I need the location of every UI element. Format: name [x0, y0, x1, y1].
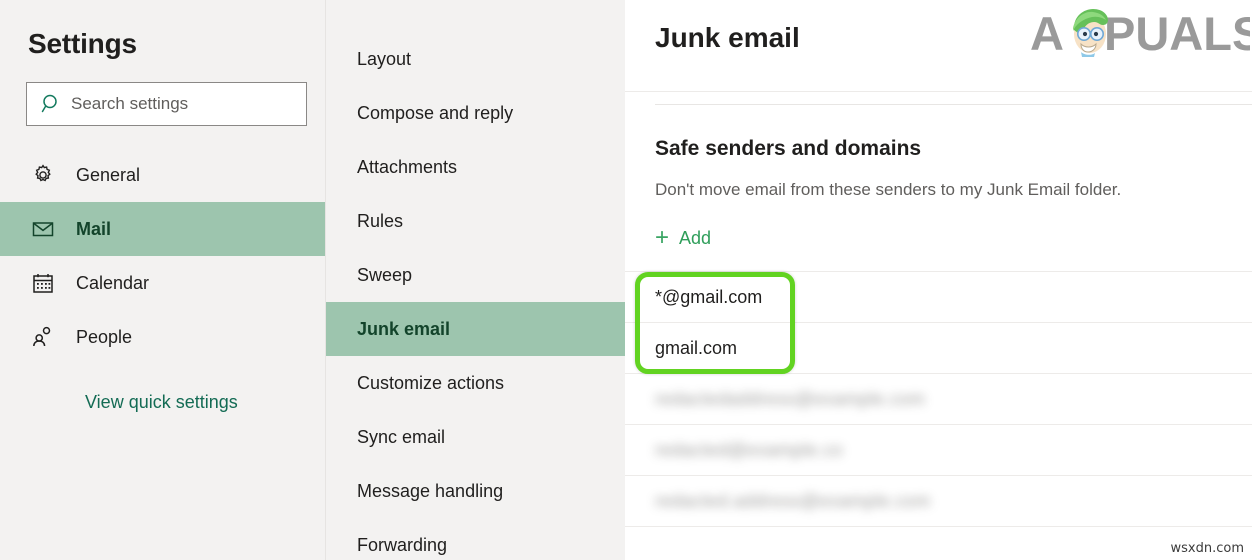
- list-item[interactable]: redactedaddress@example.com: [625, 374, 1252, 425]
- list-item[interactable]: gmail.com: [625, 323, 1252, 374]
- content-header: Junk email A PUALS: [625, 0, 1252, 92]
- safe-sender-value: redacted@example.co: [655, 439, 843, 460]
- sidebar-item-people[interactable]: People: [0, 310, 325, 364]
- people-icon: [30, 324, 56, 350]
- nav-item-forwarding[interactable]: Forwarding: [326, 518, 625, 560]
- safe-sender-value: *@gmail.com: [655, 286, 763, 307]
- nav-item-sweep[interactable]: Sweep: [326, 248, 625, 302]
- safe-senders-list-area: *@gmail.com gmail.com redactedaddress@ex…: [625, 271, 1252, 527]
- search-icon: [41, 93, 63, 115]
- sidebar-item-general[interactable]: General: [0, 148, 325, 202]
- nav-item-attachments[interactable]: Attachments: [326, 140, 625, 194]
- plus-icon: +: [655, 224, 670, 251]
- gear-icon: [30, 162, 56, 188]
- sidebar-item-label: General: [76, 164, 141, 185]
- nav-item-sync-email[interactable]: Sync email: [326, 410, 625, 464]
- calendar-icon: [30, 270, 56, 296]
- page-title: Settings: [28, 28, 137, 59]
- nav-item-rules[interactable]: Rules: [326, 194, 625, 248]
- search-settings-box[interactable]: Search settings: [26, 82, 307, 126]
- safe-sender-value: redactedaddress@example.com: [655, 388, 926, 409]
- view-quick-settings-link[interactable]: View quick settings: [0, 392, 325, 413]
- safe-senders-list: *@gmail.com gmail.com redactedaddress@ex…: [625, 271, 1252, 527]
- svg-text:PUALS: PUALS: [1104, 7, 1250, 60]
- safe-sender-value: gmail.com: [655, 337, 738, 358]
- add-button[interactable]: + Add: [655, 226, 711, 250]
- sidebar-item-label: People: [76, 326, 133, 347]
- section-divider: [655, 104, 1252, 105]
- mail-settings-nav: Layout Compose and reply Attachments Rul…: [325, 0, 625, 560]
- sidebar-item-mail[interactable]: Mail: [0, 202, 325, 256]
- section-heading: Safe senders and domains: [655, 137, 922, 160]
- nav-item-compose-and-reply[interactable]: Compose and reply: [326, 86, 625, 140]
- nav-item-junk-email[interactable]: Junk email: [326, 302, 625, 356]
- settings-sidebar: Settings Search settings General Mail Ca…: [0, 0, 325, 560]
- svg-text:A: A: [1030, 7, 1064, 60]
- envelope-icon: [30, 216, 56, 242]
- list-item[interactable]: *@gmail.com: [625, 272, 1252, 323]
- nav-item-layout[interactable]: Layout: [326, 32, 625, 86]
- sidebar-item-label: Mail: [76, 218, 112, 239]
- watermark: wsxdn.com: [1170, 541, 1245, 556]
- nav-item-customize-actions[interactable]: Customize actions: [326, 356, 625, 410]
- nav-item-message-handling[interactable]: Message handling: [326, 464, 625, 518]
- sidebar-item-label: Calendar: [76, 272, 150, 293]
- sidebar-nav: General Mail Calendar People: [0, 148, 325, 364]
- content-title: Junk email: [655, 22, 800, 53]
- sidebar-item-calendar[interactable]: Calendar: [0, 256, 325, 310]
- section-description: Don't move email from these senders to m…: [655, 180, 1122, 199]
- add-button-label: Add: [679, 227, 712, 248]
- list-item[interactable]: redacted.address@example.com: [625, 476, 1252, 527]
- list-item[interactable]: redacted@example.co: [625, 425, 1252, 476]
- search-input[interactable]: Search settings: [71, 94, 188, 114]
- safe-sender-value: redacted.address@example.com: [655, 490, 931, 511]
- appuals-logo: A PUALS: [1026, 4, 1252, 60]
- junk-email-pane: Junk email A PUALS Safe senders and doma…: [625, 0, 1252, 560]
- settings-window: Settings Search settings General Mail Ca…: [0, 0, 1252, 560]
